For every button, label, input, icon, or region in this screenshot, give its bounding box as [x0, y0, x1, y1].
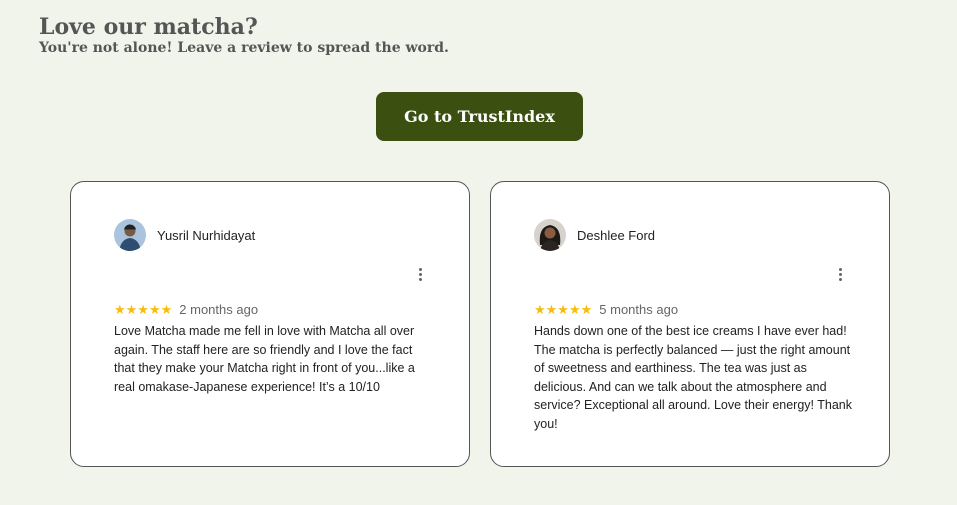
- more-vert-icon[interactable]: [414, 266, 426, 282]
- avatar: [534, 219, 566, 251]
- star-rating: ★★★★★: [534, 302, 593, 317]
- review-date: 2 months ago: [179, 302, 259, 317]
- rating-row: ★★★★★ 5 months ago: [534, 302, 678, 318]
- go-to-trustindex-button[interactable]: Go to TrustIndex: [376, 92, 583, 141]
- review-text: Hands down one of the best ice creams I …: [534, 324, 853, 431]
- review-card: Deshlee Ford ★★★★★ 5 months ago Hands do…: [490, 181, 890, 467]
- rating-row: ★★★★★ 2 months ago: [114, 302, 258, 318]
- reviewer-name: Yusril Nurhidayat: [157, 228, 256, 243]
- star-rating: ★★★★★: [114, 302, 173, 317]
- page-title: Love our matcha?: [39, 14, 258, 40]
- page-heading: Love our matcha? You're not alone! Leave…: [39, 14, 449, 56]
- reviewer-name: Deshlee Ford: [577, 228, 656, 243]
- review-card: Yusril Nurhidayat ★★★★★ 2 months ago Lov…: [70, 181, 470, 467]
- more-vert-icon[interactable]: [834, 266, 846, 282]
- page-subtitle: You're not alone! Leave a review to spre…: [39, 40, 449, 56]
- review-text: Love Matcha made me fell in love with Ma…: [114, 324, 415, 394]
- review-date: 5 months ago: [599, 302, 679, 317]
- avatar: [114, 219, 146, 251]
